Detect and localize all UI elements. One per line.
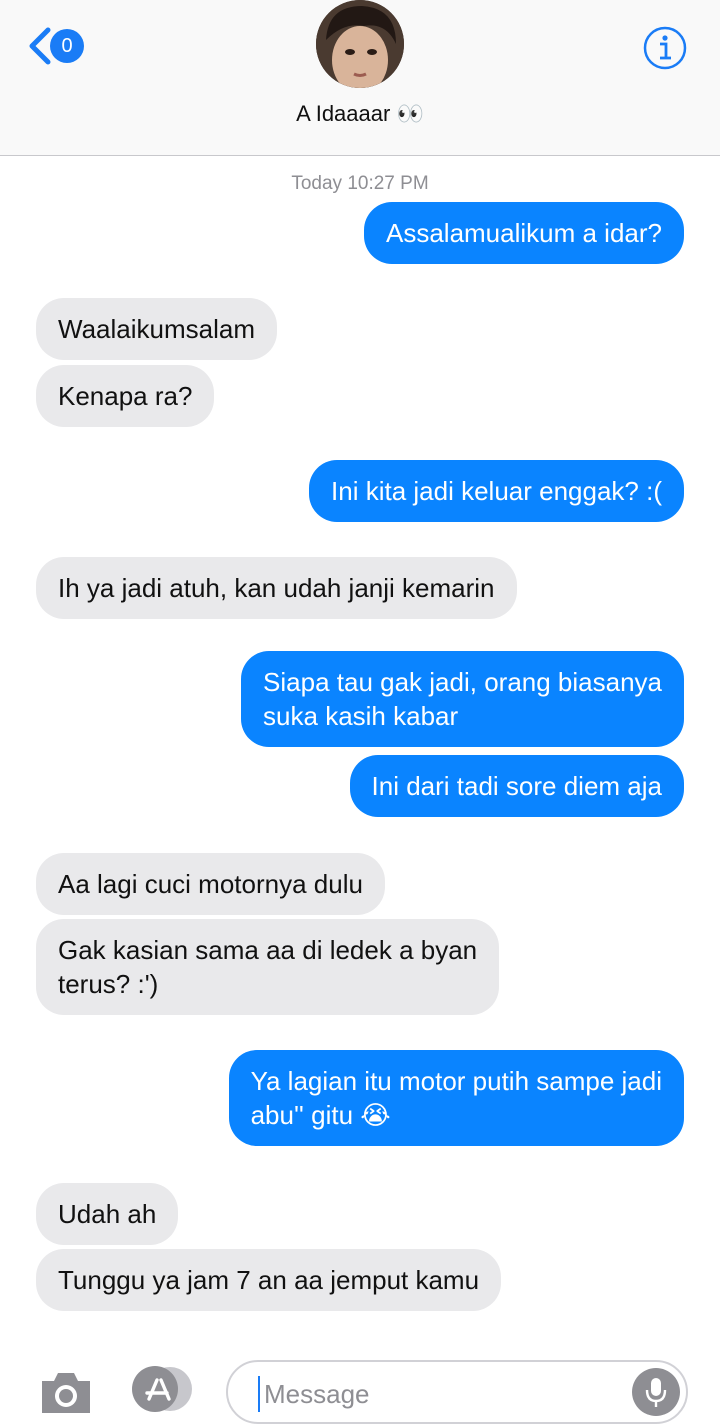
- message-bubble-received[interactable]: Ih ya jadi atuh, kan udah janji kemarin: [36, 557, 517, 619]
- app-store-button[interactable]: [130, 1366, 194, 1412]
- microphone-icon: [645, 1378, 667, 1407]
- message-bubble-received[interactable]: Waalaikumsalam: [36, 298, 277, 360]
- message-field[interactable]: [226, 1360, 688, 1424]
- message-bubble-sent[interactable]: Ini dari tadi sore diem aja: [349, 755, 684, 817]
- avatar-photo: [316, 0, 404, 88]
- back-button[interactable]: 0: [26, 26, 84, 66]
- camera-icon: [42, 1373, 90, 1413]
- message-bubble-received[interactable]: Udah ah: [36, 1183, 179, 1245]
- back-chevron-icon: [29, 27, 51, 65]
- message-bubble-sent[interactable]: Ini kita jadi keluar enggak? :(: [309, 460, 684, 522]
- info-icon: [643, 26, 687, 70]
- contact-name[interactable]: A Idaaaar 👀: [0, 101, 720, 127]
- message-bubble-sent[interactable]: Ya lagian itu motor putih sampe jadi abu…: [228, 1050, 684, 1146]
- message-bubble-sent[interactable]: Assalamualikum a idar?: [363, 202, 684, 264]
- camera-button[interactable]: [38, 1369, 94, 1422]
- message-bubble-received[interactable]: Tunggu ya jam 7 an aa jemput kamu: [36, 1249, 502, 1311]
- message-bubble-received[interactable]: Kenapa ra?: [36, 365, 215, 427]
- conversation-header: 0 A Idaaaar 👀: [0, 0, 720, 156]
- contact-avatar[interactable]: [316, 0, 404, 88]
- message-bubble-received[interactable]: Aa lagi cuci motornya dulu: [36, 853, 385, 915]
- message-bubble-sent[interactable]: Siapa tau gak jadi, orang biasanya suka …: [241, 651, 684, 747]
- message-bubble-received[interactable]: Gak kasian sama aa di ledek a byan terus…: [36, 919, 500, 1015]
- info-button[interactable]: [643, 26, 687, 70]
- message-input[interactable]: [258, 1376, 626, 1412]
- dictation-button[interactable]: [632, 1368, 680, 1416]
- unread-count-badge: 0: [50, 29, 84, 63]
- conversation-timestamp: Today 10:27 PM: [291, 173, 429, 194]
- message-composer: [0, 1348, 720, 1424]
- app-store-icon: [132, 1366, 192, 1412]
